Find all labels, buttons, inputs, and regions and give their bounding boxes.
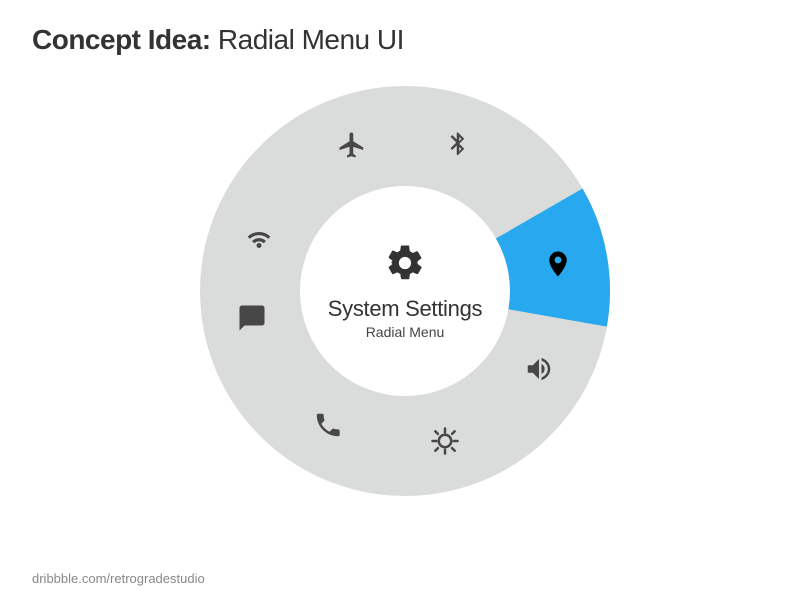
menu-item-brightness[interactable] xyxy=(425,421,465,461)
phone-icon xyxy=(313,410,343,440)
page-title-bold: Concept Idea: xyxy=(32,24,211,55)
center-hub[interactable]: System Settings Radial Menu xyxy=(305,191,505,391)
message-icon xyxy=(237,303,267,333)
menu-item-location[interactable] xyxy=(538,244,578,284)
bluetooth-icon xyxy=(443,130,473,160)
page-title: Concept Idea: Radial Menu UI xyxy=(32,24,404,56)
airplane-icon xyxy=(337,130,367,160)
menu-item-phone[interactable] xyxy=(308,405,348,445)
menu-item-sound[interactable] xyxy=(519,349,559,389)
menu-item-wifi[interactable] xyxy=(239,218,279,258)
menu-item-airplane-mode[interactable] xyxy=(332,125,372,165)
location-icon xyxy=(543,249,573,279)
speaker-icon xyxy=(524,354,554,384)
radial-menu: System Settings Radial Menu xyxy=(200,86,610,496)
gear-icon xyxy=(384,242,426,284)
wifi-icon xyxy=(244,223,274,253)
center-title: System Settings xyxy=(328,296,482,322)
menu-item-bluetooth[interactable] xyxy=(438,125,478,165)
brightness-icon xyxy=(430,426,460,456)
page-title-light: Radial Menu UI xyxy=(218,24,404,55)
center-subtitle: Radial Menu xyxy=(366,324,445,340)
menu-item-messages[interactable] xyxy=(232,298,272,338)
footer-credit: dribbble.com/retrogradestudio xyxy=(32,571,205,586)
